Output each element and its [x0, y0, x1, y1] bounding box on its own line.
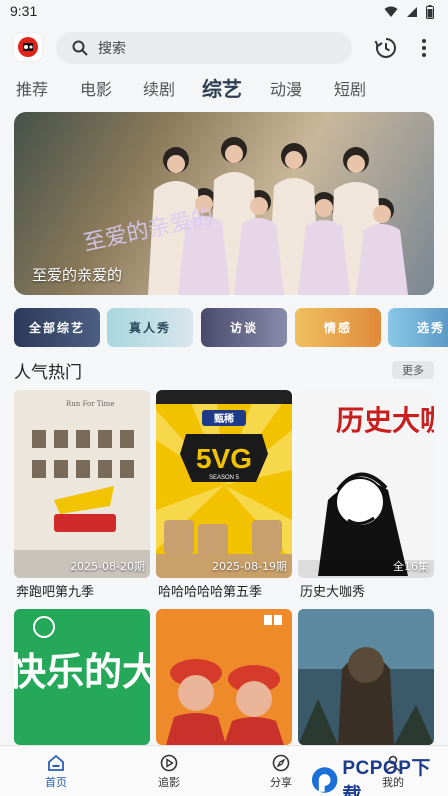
nav-follow[interactable]: 追影 [139, 754, 199, 790]
chip-label: 全部综艺 [28, 321, 85, 335]
play-circle-icon [160, 754, 178, 772]
card-poster[interactable]: 甄稀 5VG SEASON 5 2025-08-19期 [156, 390, 292, 578]
poster-art: 历史大咖秀 [336, 404, 434, 437]
poster-subtitle: SEASON 5 [209, 475, 240, 481]
compass-icon [272, 754, 290, 772]
poster-text: Run For Time [66, 400, 114, 408]
watermark: PCPOP下载 [310, 753, 448, 796]
category-tabs: 推荐 电影 续剧 综艺 动漫 短剧 [0, 72, 448, 104]
card-poster[interactable]: Run For Time 2025-08-20期 [14, 390, 150, 578]
poster-image: 历史大咖秀 [298, 404, 434, 578]
episode-label: 2025-08-19期 [212, 560, 287, 573]
card-title[interactable]: 奔跑吧第九季 [16, 581, 94, 600]
nav-label: 首页 [45, 776, 67, 789]
chip-interview[interactable]: 访谈 [201, 308, 287, 347]
tab-short-drama[interactable]: 短剧 [334, 76, 366, 100]
nav-label: 分享 [270, 776, 292, 789]
chip-romance[interactable]: 情感 [295, 308, 381, 347]
poster-image [166, 615, 284, 745]
tab-series[interactable]: 续剧 [143, 76, 175, 100]
chip-label: 真人秀 [128, 321, 171, 335]
top-bar: 搜索 [0, 28, 448, 68]
tab-movie[interactable]: 电影 [80, 76, 112, 100]
tab-anime[interactable]: 动漫 [270, 76, 302, 100]
tab-variety[interactable]: 综艺 [202, 73, 242, 102]
search-placeholder: 搜索 [98, 41, 126, 57]
poster-image: 快乐的大 [14, 616, 150, 694]
card-title[interactable]: 历史大咖秀 [300, 581, 365, 600]
battery-icon [426, 5, 434, 19]
poster-image: 甄稀 5VG SEASON 5 [156, 390, 292, 578]
card-poster[interactable] [156, 609, 292, 745]
chip-label: 选秀 [416, 321, 445, 335]
signal-icon [407, 7, 417, 17]
nav-label: 追影 [158, 776, 180, 789]
watermark-text: PCPOP下载 [342, 758, 431, 796]
card-title[interactable]: 哈哈哈哈哈第五季 [158, 581, 262, 600]
chip-label: 情感 [323, 321, 352, 335]
poster-badge: 甄稀 [214, 412, 234, 425]
status-bar: 9:31 [0, 0, 448, 26]
chip-all-variety[interactable]: 全部综艺 [14, 308, 100, 347]
watermark-logo-icon [311, 767, 338, 793]
featured-banner[interactable]: 至爱的亲爱的 至爱的亲爱的 [14, 112, 434, 295]
section-title: 人气热门 [14, 363, 82, 383]
episode-label: 2025-08-20期 [70, 560, 145, 573]
category-chips: 全部综艺 真人秀 访谈 情感 选秀 [0, 308, 448, 348]
card-poster[interactable]: 快乐的大 [14, 609, 150, 745]
tab-recommend[interactable]: 推荐 [16, 76, 48, 100]
poster-logo: 5VG [196, 443, 252, 474]
chip-reality-show[interactable]: 真人秀 [107, 308, 193, 347]
history-icon[interactable] [374, 36, 398, 60]
chip-label: 访谈 [229, 321, 258, 335]
nav-share[interactable]: 分享 [251, 754, 311, 790]
app-logo-icon [18, 37, 38, 57]
search-input[interactable]: 搜索 [56, 32, 352, 64]
more-vertical-icon[interactable] [414, 36, 434, 60]
chip-talent-show[interactable]: 选秀 [388, 308, 448, 347]
poster-art: 快乐的大 [14, 650, 150, 694]
status-icons [384, 5, 434, 19]
home-icon [48, 754, 64, 771]
episode-label: 全16集 [393, 560, 429, 573]
poster-image [298, 609, 434, 745]
wifi-icon [384, 6, 398, 17]
search-icon [72, 40, 88, 56]
nav-home[interactable]: 首页 [26, 754, 86, 790]
banner-caption: 至爱的亲爱的 [32, 266, 123, 284]
card-poster[interactable] [298, 609, 434, 745]
more-button[interactable]: 更多 [392, 361, 434, 379]
card-poster[interactable]: 历史大咖秀 全16集 [298, 390, 434, 578]
app-logo[interactable] [14, 33, 42, 61]
status-time: 9:31 [10, 3, 38, 19]
poster-image: Run For Time [14, 400, 150, 578]
